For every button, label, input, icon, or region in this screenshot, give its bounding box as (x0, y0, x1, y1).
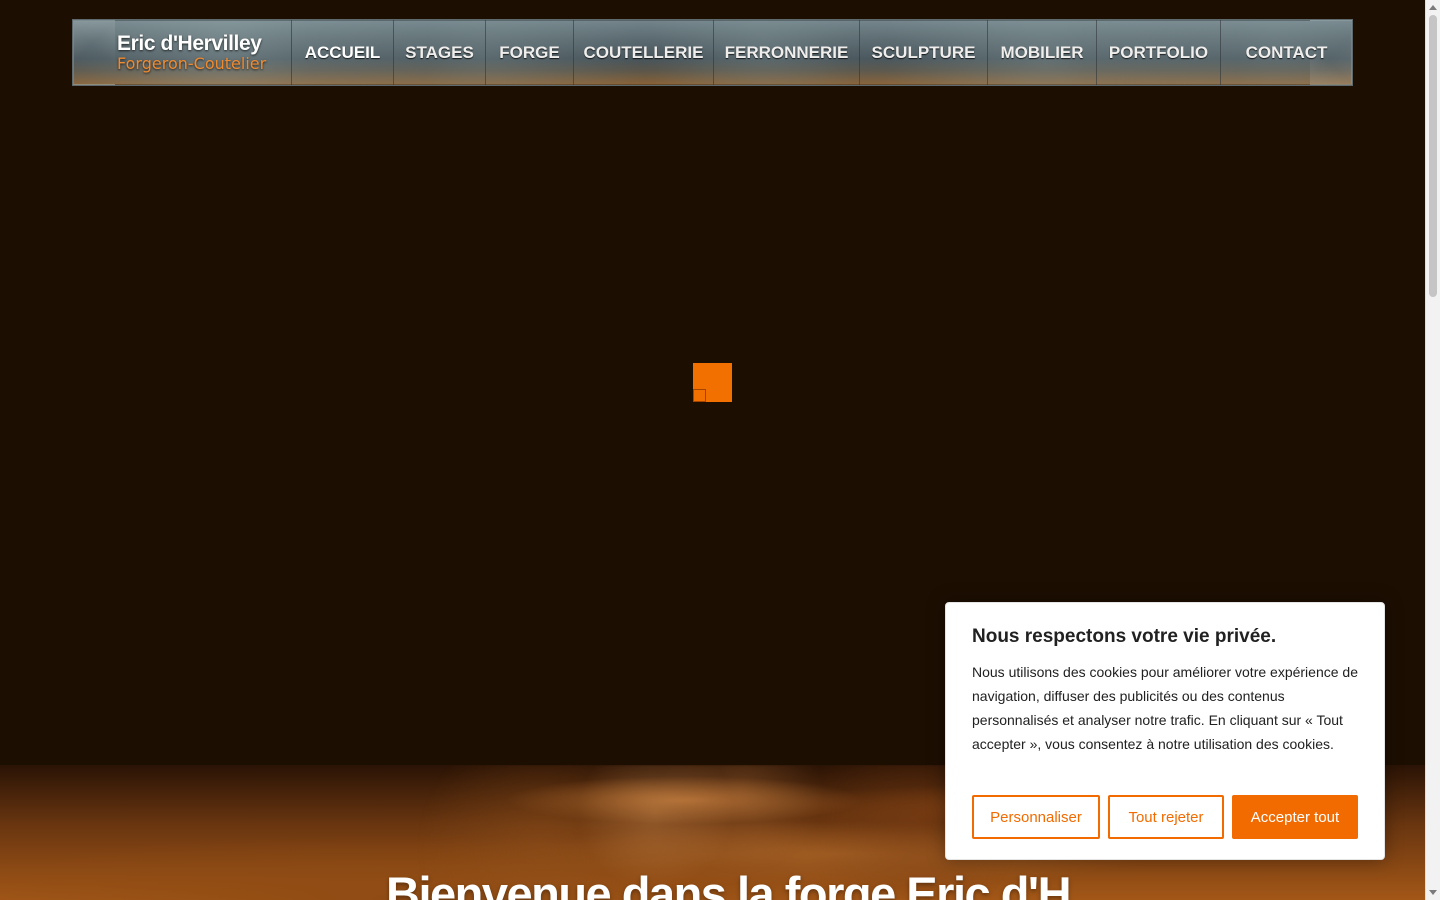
brand-subtitle: Forgeron-Coutelier (117, 53, 267, 73)
main-navigation: ACCUEIL STAGES FORGE COUTELLERIE FERRONN… (292, 20, 1352, 85)
accept-all-cookies-button[interactable]: Accepter tout (1232, 795, 1358, 839)
nav-item-coutellerie[interactable]: COUTELLERIE (574, 20, 714, 85)
hero-title: Bienvenue dans la forge Eric d'H (386, 868, 1072, 900)
reject-all-cookies-button[interactable]: Tout rejeter (1108, 795, 1224, 839)
cookie-actions: Personnaliser Tout rejeter Accepter tout (972, 795, 1358, 839)
nav-item-mobilier[interactable]: MOBILIER (988, 20, 1097, 85)
nav-item-portfolio[interactable]: PORTFOLIO (1097, 20, 1221, 85)
scroll-up-arrow-icon[interactable] (1429, 5, 1437, 10)
vertical-scrollbar[interactable] (1425, 0, 1440, 900)
customize-cookies-button[interactable]: Personnaliser (972, 795, 1100, 839)
nav-item-stages[interactable]: STAGES (394, 20, 486, 85)
cookie-consent-banner: Nous respectons votre vie privée. Nous u… (945, 602, 1385, 860)
cookie-title: Nous respectons votre vie privée. (972, 626, 1277, 647)
nav-item-forge[interactable]: FORGE (486, 20, 574, 85)
cookie-description: Nous utilisons des cookies pour améliore… (972, 664, 1358, 752)
nav-item-ferronnerie[interactable]: FERRONNERIE (714, 20, 860, 85)
forge-homepage: Eric d'Hervilley Forgeron-Coutelier ACCU… (0, 0, 1440, 900)
nav-item-accueil[interactable]: ACCUEIL (292, 20, 394, 85)
scroll-thumb[interactable] (1429, 15, 1437, 297)
orange-square-loader-icon (693, 363, 732, 402)
brand-name[interactable]: Eric d'Hervilley (117, 33, 291, 54)
nav-item-sculpture[interactable]: SCULPTURE (860, 20, 988, 85)
main-header: Eric d'Hervilley Forgeron-Coutelier ACCU… (72, 19, 1353, 86)
site-brand[interactable]: Eric d'Hervilley Forgeron-Coutelier (73, 20, 292, 85)
nav-item-contact[interactable]: CONTACT (1221, 20, 1352, 85)
scroll-down-arrow-icon[interactable] (1429, 890, 1437, 895)
